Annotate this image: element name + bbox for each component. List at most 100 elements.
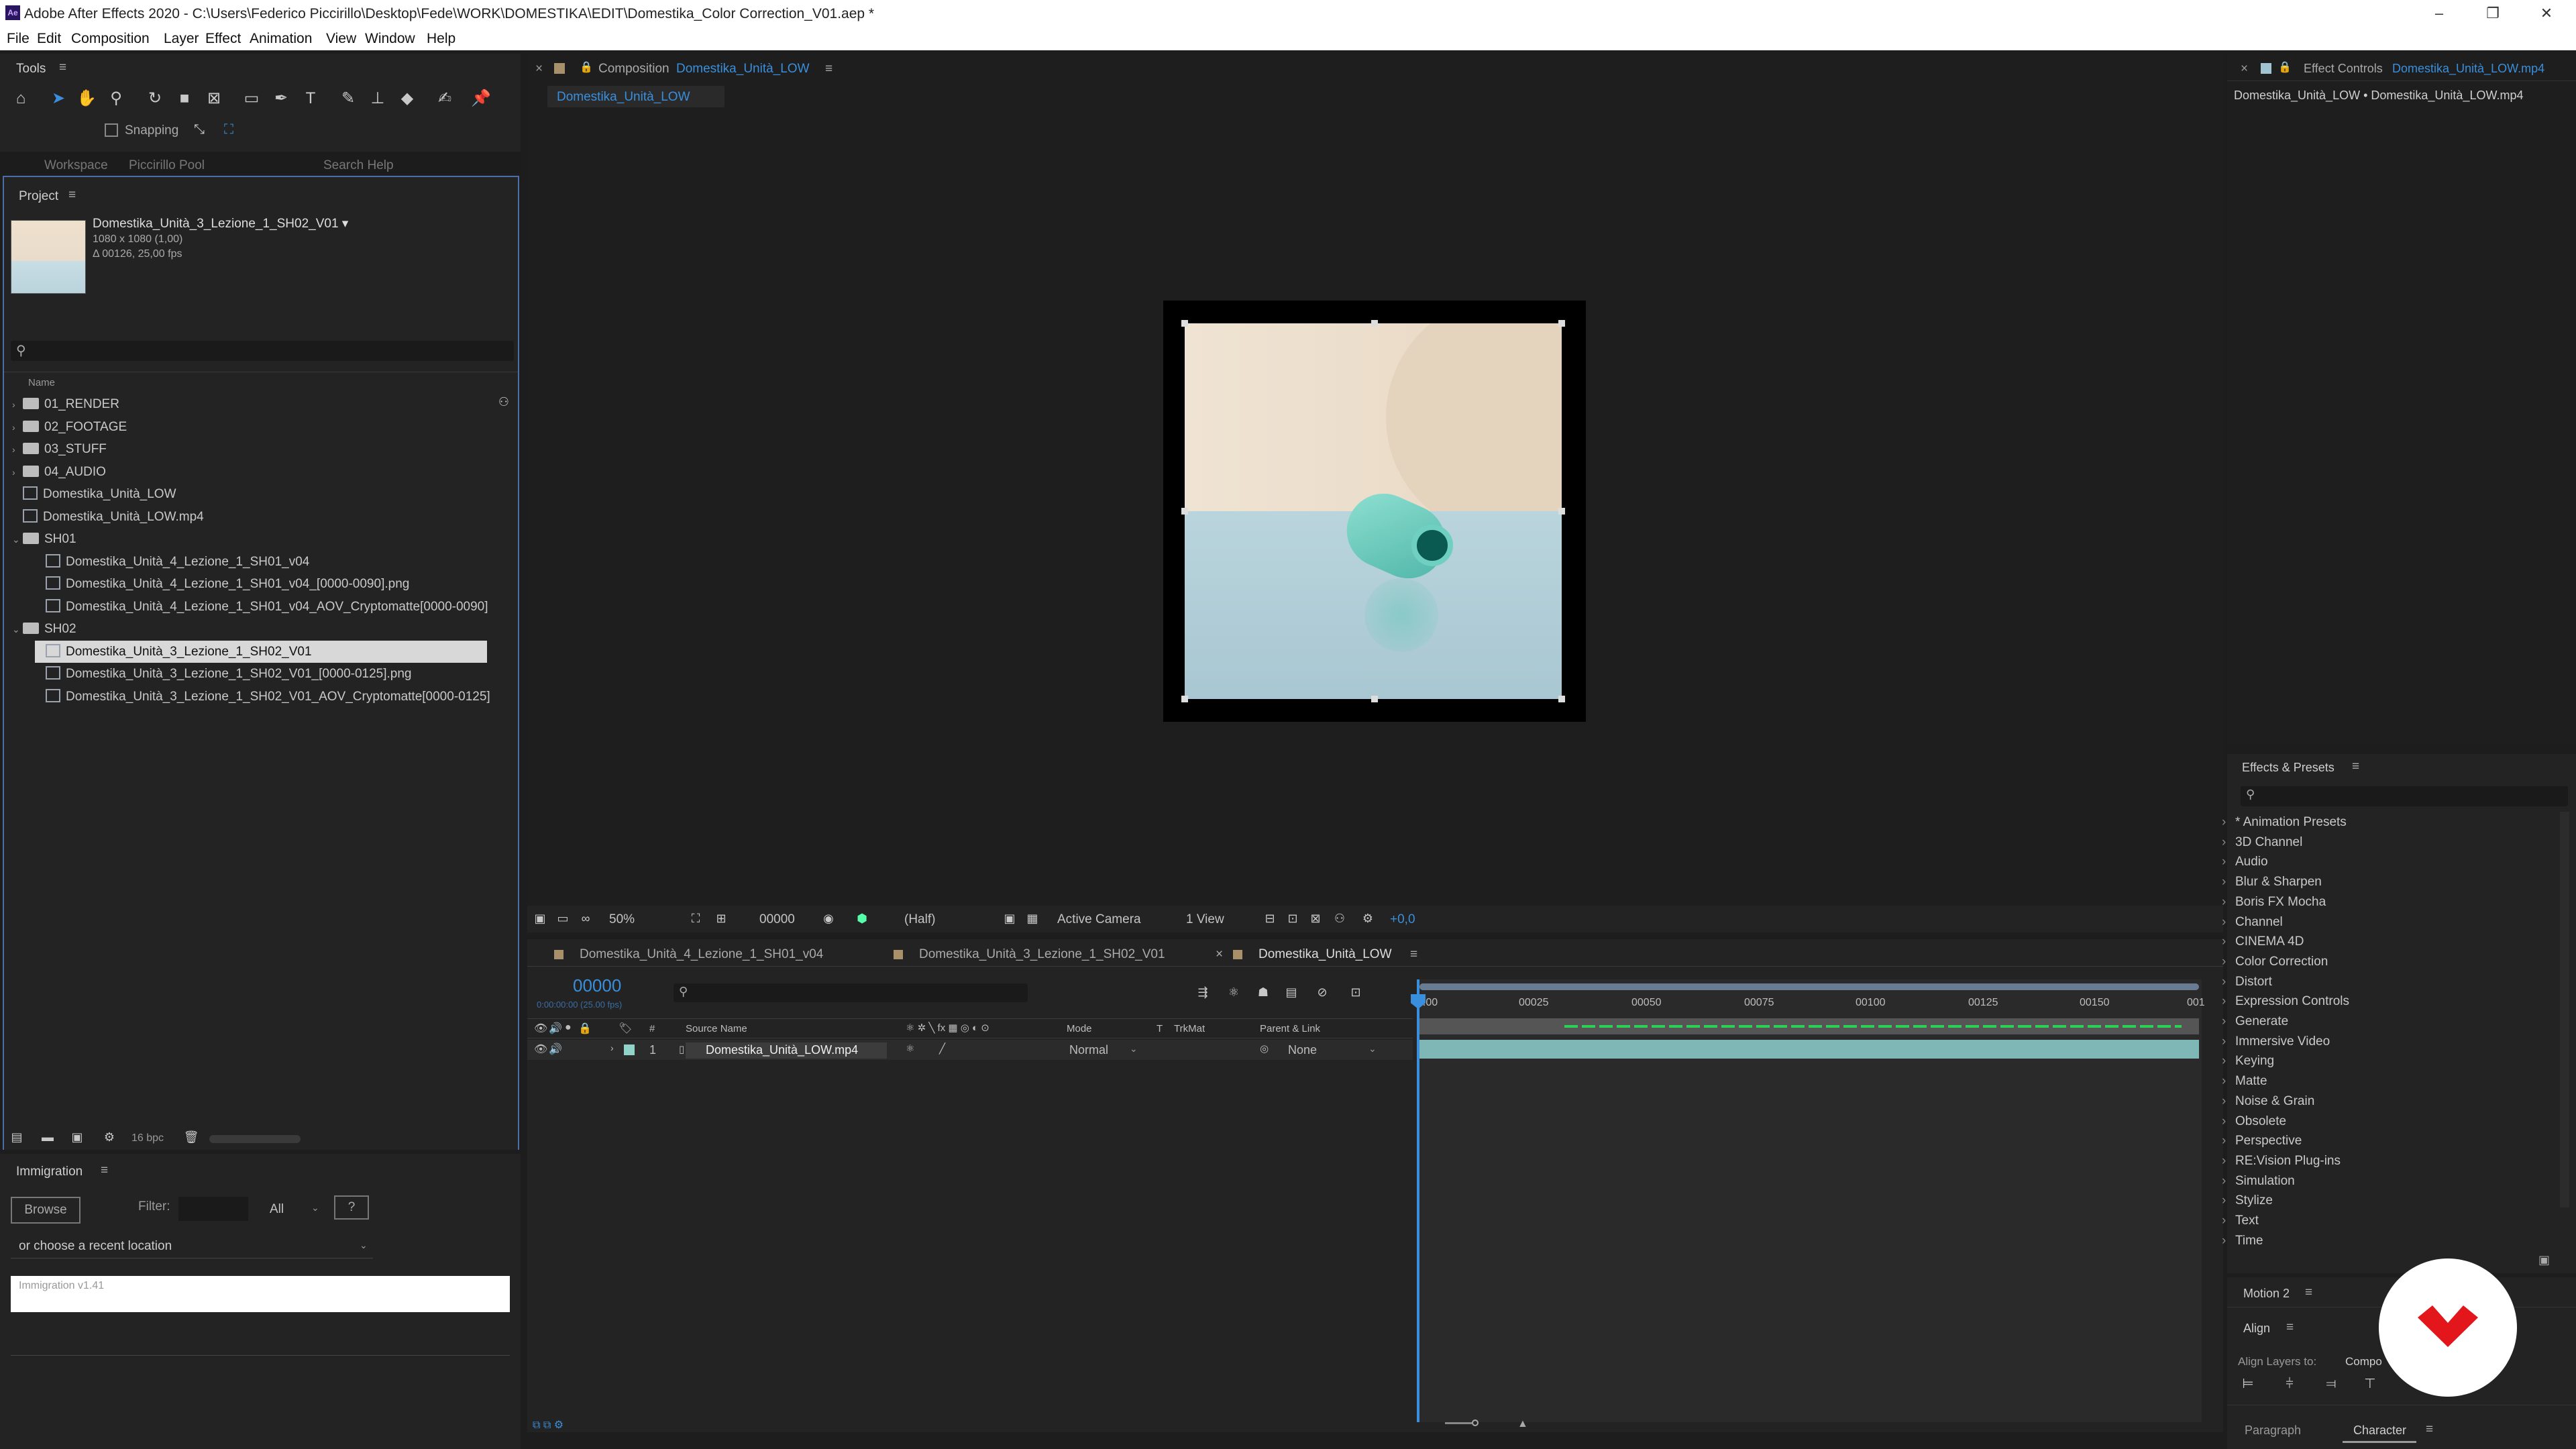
align-target-select[interactable]: Compo: [2345, 1355, 2382, 1368]
menu-composition[interactable]: Composition: [71, 31, 150, 47]
restore-icon[interactable]: ❐: [2482, 3, 2504, 24]
home-icon[interactable]: ⌂: [9, 87, 32, 110]
effect-category-item[interactable]: Perspective: [2222, 1134, 2302, 1148]
timeline-track-area[interactable]: 0:00 00025 00050 00075 00100 00125 00150…: [1411, 979, 2205, 1422]
disclosure-arrow-icon[interactable]: ›: [12, 394, 23, 416]
switches-icon[interactable]: ⚛ ✲ ╲ fx ▦ ◎ ◐ ⊙: [906, 1022, 989, 1034]
disclosure-arrow-icon[interactable]: ›: [12, 462, 23, 484]
project-item-row[interactable]: Domestika_Unità_3_Lezione_1_SH02_V01_[00…: [35, 663, 412, 685]
align-right-icon[interactable]: ⫤: [2320, 1373, 2343, 1395]
snapping-checkbox[interactable]: [105, 123, 118, 137]
layer-duration-bar[interactable]: [1419, 1040, 2199, 1059]
menu-help[interactable]: Help: [427, 31, 455, 47]
browse-button[interactable]: Browse: [11, 1197, 80, 1224]
monitor-icon[interactable]: ▭: [551, 907, 574, 930]
effect-category-item[interactable]: Noise & Grain: [2222, 1094, 2314, 1109]
effect-category-item[interactable]: CINEMA 4D: [2222, 934, 2304, 949]
trash-icon[interactable]: 🗑: [180, 1126, 203, 1148]
rectangle-tool-icon[interactable]: ▭: [240, 87, 263, 110]
effect-category-item[interactable]: Simulation: [2222, 1174, 2295, 1189]
zoom-select[interactable]: 50%: [609, 912, 635, 927]
effect-category-item[interactable]: Text: [2222, 1214, 2259, 1228]
effect-category-item[interactable]: Generate: [2222, 1014, 2288, 1029]
column-mode[interactable]: Mode: [1067, 1023, 1092, 1034]
fit-icon[interactable]: ⛶: [684, 907, 707, 930]
viewer-timecode[interactable]: 00000: [759, 912, 795, 927]
close-icon[interactable]: ×: [1216, 947, 1223, 962]
snap-grid-icon[interactable]: ⛶: [217, 118, 240, 141]
menu-view[interactable]: View: [326, 31, 356, 47]
snap-icon[interactable]: ⤡: [188, 118, 211, 141]
close-icon[interactable]: ×: [535, 62, 543, 76]
solo-icon[interactable]: ●: [565, 1022, 572, 1034]
handle[interactable]: [1181, 320, 1188, 327]
project-item-row[interactable]: Domestika_Unità_4_Lezione_1_SH01_v04: [35, 551, 309, 573]
flowchart-icon[interactable]: ⚇: [1328, 907, 1351, 930]
effect-category-item[interactable]: RE:Vision Plug-ins: [2222, 1154, 2341, 1169]
comp-tab[interactable]: Domestika_Unità_LOW: [547, 86, 724, 107]
align-menu-icon[interactable]: ≡: [2286, 1320, 2294, 1335]
layer-parent-select[interactable]: None: [1288, 1043, 1317, 1057]
project-folder-row[interactable]: › 02_FOOTAGE: [12, 416, 127, 438]
views-select[interactable]: 1 View: [1186, 912, 1224, 927]
timeline-tab[interactable]: Domestika_Unità_4_Lezione_1_SH01_v04: [580, 947, 823, 962]
collapse-switch-icon[interactable]: ⚛: [906, 1042, 914, 1055]
column-number[interactable]: #: [649, 1023, 655, 1034]
help-button[interactable]: ?: [334, 1195, 369, 1220]
exposure-icon[interactable]: ⚙: [1356, 907, 1379, 930]
effect-category-item[interactable]: Audio: [2222, 855, 2267, 869]
project-folder-row[interactable]: ⌄ SH02: [12, 618, 76, 640]
lock-icon[interactable]: 🔒: [2278, 60, 2292, 74]
motion-blur-icon[interactable]: ⊘: [1311, 981, 1334, 1004]
region-icon[interactable]: ▣: [998, 907, 1021, 930]
lock-icon[interactable]: 🔒: [578, 1022, 592, 1035]
effect-category-item[interactable]: Matte: [2222, 1074, 2267, 1089]
comp-flow-icon[interactable]: ⇶: [1191, 981, 1214, 1004]
column-name[interactable]: Name: [28, 377, 55, 388]
handle[interactable]: [1371, 320, 1378, 327]
filter-input[interactable]: [178, 1197, 248, 1221]
audio-icon[interactable]: 🔊: [549, 1022, 562, 1035]
always-preview-icon[interactable]: ▣: [529, 907, 551, 930]
vr-icon[interactable]: ∞: [574, 907, 597, 930]
pickwhip-icon[interactable]: ◎: [1260, 1042, 1269, 1055]
minimize-icon[interactable]: –: [2428, 3, 2450, 24]
tab-character[interactable]: Character: [2353, 1424, 2406, 1438]
align-center-icon[interactable]: ⫩: [2278, 1373, 2301, 1395]
project-item-row[interactable]: Domestika_Unità_4_Lezione_1_SH01_v04_AOV…: [35, 596, 488, 618]
roto-brush-tool-icon[interactable]: ✍: [433, 87, 456, 110]
work-area-range[interactable]: [1419, 983, 2199, 990]
effect-category-item[interactable]: Time: [2222, 1234, 2263, 1248]
shy-icon[interactable]: ☗: [1252, 981, 1275, 1004]
project-item-row[interactable]: Domestika_Unità_LOW: [12, 483, 176, 505]
comp-viewer[interactable]: [1163, 301, 1586, 722]
disclosure-arrow-icon[interactable]: ›: [12, 439, 23, 461]
playhead[interactable]: [1417, 979, 1419, 1422]
immigration-menu-icon[interactable]: ≡: [101, 1163, 108, 1178]
effect-category-item[interactable]: Keying: [2222, 1054, 2274, 1069]
zoom-slider-knob[interactable]: [1472, 1419, 1479, 1426]
pen-tool-icon[interactable]: ✒: [270, 87, 292, 110]
project-folder-row[interactable]: › 04_AUDIO: [12, 461, 106, 483]
transparency-grid-icon[interactable]: ▦: [1021, 907, 1044, 930]
lock-icon[interactable]: 🔒: [580, 60, 593, 74]
time-ruler[interactable]: 0:00 00025 00050 00075 00100 00125 00150…: [1417, 991, 2205, 1012]
zoom-tool-icon[interactable]: ⚲: [105, 87, 127, 110]
recent-location-select[interactable]: or choose a recent location: [11, 1234, 373, 1258]
camera-tool-icon[interactable]: ■: [173, 87, 196, 110]
type-tool-icon[interactable]: T: [299, 87, 322, 110]
composition-name[interactable]: Domestika_Unità_LOW: [676, 62, 810, 76]
column-source-name[interactable]: Source Name: [686, 1023, 747, 1034]
pan-behind-tool-icon[interactable]: ⊠: [203, 87, 225, 110]
eraser-tool-icon[interactable]: ◆: [396, 87, 419, 110]
handle[interactable]: [1181, 508, 1188, 515]
chevron-right-icon[interactable]: ›: [610, 1042, 614, 1053]
quality-switch-icon[interactable]: ╱: [939, 1042, 945, 1055]
project-item-row[interactable]: Domestika_Unità_3_Lezione_1_SH02_V01: [35, 640, 487, 663]
workspace-select[interactable]: Piccirillo Pool: [129, 158, 205, 173]
eye-icon[interactable]: 👁: [534, 1022, 547, 1035]
grid-icon[interactable]: ⊞: [710, 907, 733, 930]
timeline-icon[interactable]: ⊠: [1304, 907, 1327, 930]
timeline-tab[interactable]: Domestika_Unità_3_Lezione_1_SH02_V01: [919, 947, 1165, 962]
character-menu-icon[interactable]: ≡: [2426, 1422, 2433, 1437]
